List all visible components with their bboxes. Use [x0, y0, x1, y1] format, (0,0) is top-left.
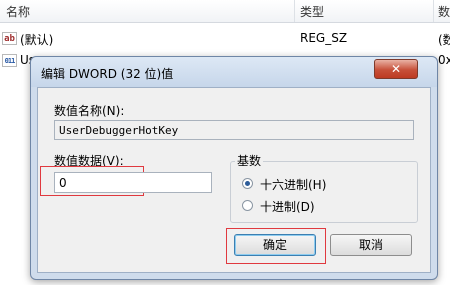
binary-value-icon: 011: [2, 54, 17, 67]
list-header: 名称 类型 数: [0, 0, 450, 23]
column-divider[interactable]: [294, 0, 295, 22]
dialog-title: 编辑 DWORD (32 位)值: [41, 67, 174, 81]
column-header-name[interactable]: 名称: [6, 3, 30, 20]
dialog-titlebar[interactable]: 编辑 DWORD (32 位)值 ✕: [31, 57, 437, 87]
value-data-input[interactable]: [54, 172, 212, 193]
value-type: REG_SZ: [300, 31, 348, 45]
dialog-body: 数值名称(N): UserDebuggerHotKey 数值数据(V): 基数 …: [37, 87, 431, 273]
radio-decimal-label: 十进制(D): [260, 200, 315, 214]
list-item[interactable]: ab (默认) REG_SZ (数: [0, 29, 450, 51]
radio-hex[interactable]: 十六进制(H): [242, 176, 392, 192]
radio-decimal[interactable]: 十进制(D): [242, 198, 392, 214]
cancel-button[interactable]: 取消: [330, 234, 412, 256]
close-icon: ✕: [390, 62, 402, 76]
radio-hex-label: 十六进制(H): [260, 178, 327, 192]
column-header-data[interactable]: 数: [438, 3, 450, 20]
column-divider[interactable]: [433, 0, 434, 22]
base-group-title: 基数: [235, 152, 264, 169]
value-data: (数: [438, 33, 450, 47]
column-header-type[interactable]: 类型: [300, 3, 324, 20]
radio-button-selected[interactable]: [242, 178, 253, 189]
value-name-field: UserDebuggerHotKey: [54, 120, 414, 140]
ok-button[interactable]: 确定: [234, 234, 316, 256]
edit-dword-dialog: 编辑 DWORD (32 位)值 ✕ 数值名称(N): UserDebugger…: [30, 56, 438, 280]
value-name-label: 数值名称(N):: [54, 104, 125, 118]
string-value-icon: ab: [2, 32, 17, 45]
value-name: (默认): [20, 33, 54, 47]
radio-button[interactable]: [242, 200, 253, 211]
close-button[interactable]: ✕: [374, 59, 418, 79]
value-data: 0x: [438, 53, 450, 67]
